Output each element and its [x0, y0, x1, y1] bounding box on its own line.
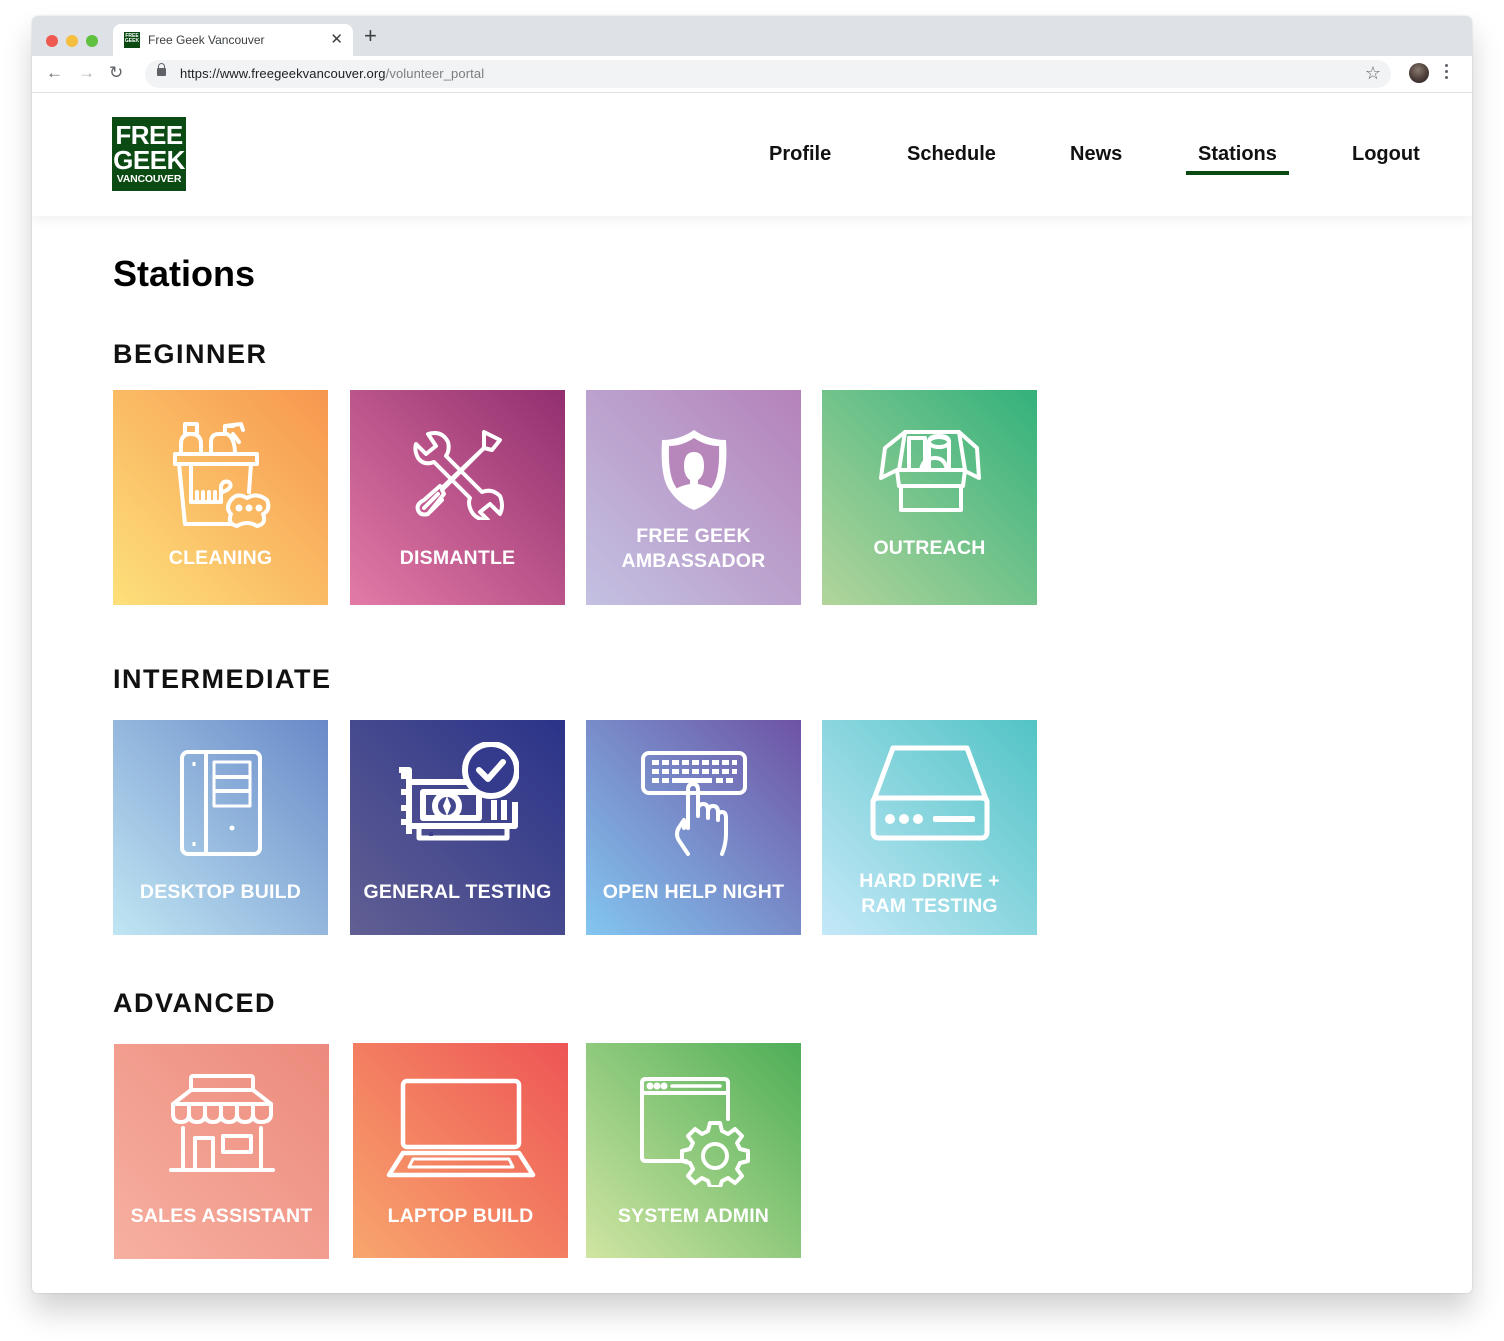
url-text: https://www.freegeekvancouver.org/volunt…: [180, 66, 484, 81]
desktop-tower-icon: [179, 750, 262, 856]
station-label: OPEN HELP NIGHT: [602, 881, 785, 903]
nav-logout[interactable]: Logout: [1352, 143, 1420, 166]
logo-line-geek: GEEK: [113, 145, 185, 175]
open-box-icon: [878, 430, 981, 512]
station-tile-laptop-build[interactable]: LAPTOP BUILD: [353, 1043, 568, 1258]
tab-strip: FREE GEEK Free Geek Vancouver ✕ +: [32, 16, 1472, 56]
station-tile-sales-assistant[interactable]: SALES ASSISTANT: [114, 1044, 329, 1259]
station-tile-dismantle[interactable]: DISMANTLE: [350, 390, 565, 605]
bookmark-star-icon[interactable]: ☆: [1365, 63, 1381, 84]
tab-title: Free Geek Vancouver: [148, 33, 265, 47]
wrench-screwdriver-icon: [412, 430, 504, 520]
station-label-line: RAM TESTING: [861, 895, 998, 917]
address-bar[interactable]: https://www.freegeekvancouver.org/volunt…: [145, 60, 1391, 88]
station-label: GENERAL TESTING: [363, 881, 552, 903]
station-label: CLEANING: [168, 547, 273, 569]
shield-person-icon: [661, 430, 726, 510]
browser-gear-icon: [639, 1077, 750, 1187]
station-tile-open-help-night[interactable]: OPEN HELP NIGHT: [586, 720, 801, 935]
section-title-beginner: BEGINNER: [113, 339, 268, 369]
station-tile-outreach[interactable]: OUTREACH: [822, 390, 1037, 605]
url-path: /volunteer_portal: [385, 66, 485, 81]
url-host: https://www.freegeekvancouver.org: [180, 66, 386, 81]
station-tile-desktop-build[interactable]: DESKTOP BUILD: [113, 720, 328, 935]
station-label: HARD DRIVE + RAM TESTING: [822, 869, 1037, 919]
station-label-line: AMBASSADOR: [621, 550, 766, 572]
page-title: Stations: [113, 253, 256, 294]
station-label: DISMANTLE: [399, 547, 516, 569]
browser-tab[interactable]: FREE GEEK Free Geek Vancouver ✕: [113, 24, 353, 56]
new-tab-button[interactable]: +: [364, 25, 377, 47]
forward-arrow-icon[interactable]: →: [78, 62, 95, 84]
profile-avatar[interactable]: [1409, 63, 1429, 83]
laptop-icon: [386, 1078, 535, 1178]
station-label-line: FREE GEEK: [636, 525, 751, 547]
station-label: SYSTEM ADMIN: [617, 1205, 770, 1227]
station-tile-general-testing[interactable]: GENERAL TESTING: [350, 720, 565, 935]
station-label: OUTREACH: [873, 537, 986, 559]
station-label: LAPTOP BUILD: [387, 1205, 534, 1227]
section-title-advanced: ADVANCED: [113, 988, 277, 1018]
reload-icon[interactable]: ↻: [109, 62, 123, 84]
station-label: FREE GEEK AMBASSADOR: [586, 524, 801, 574]
back-arrow-icon[interactable]: ←: [46, 62, 63, 84]
nav-stations[interactable]: Stations: [1186, 143, 1289, 175]
keyboard-hand-icon: [640, 751, 747, 856]
station-label: DESKTOP BUILD: [139, 881, 302, 903]
station-label: SALES ASSISTANT: [130, 1205, 313, 1227]
nav-profile[interactable]: Profile: [769, 143, 831, 166]
minimize-window-button[interactable]: [66, 35, 78, 47]
station-tile-hard-drive-ram-testing[interactable]: HARD DRIVE + RAM TESTING: [822, 720, 1037, 935]
lock-icon: [157, 63, 166, 76]
station-tile-cleaning[interactable]: CLEANING: [113, 390, 328, 605]
graphics-card-check-icon: [398, 742, 519, 841]
close-window-button[interactable]: [46, 35, 58, 47]
maximize-window-button[interactable]: [86, 35, 98, 47]
nav-schedule[interactable]: Schedule: [907, 143, 996, 166]
close-tab-icon[interactable]: ✕: [330, 30, 343, 48]
browser-toolbar: ← → ↻ https://www.freegeekvancouver.org/…: [32, 56, 1472, 93]
site-header: FREE GEEK VANCOUVER Profile Schedule New…: [32, 93, 1472, 216]
cleaning-supplies-icon: [172, 422, 270, 528]
station-tile-system-admin[interactable]: SYSTEM ADMIN: [586, 1043, 801, 1258]
web-page: FREE GEEK VANCOUVER Profile Schedule New…: [32, 93, 1472, 1293]
hard-drive-icon: [870, 745, 989, 841]
site-logo[interactable]: FREE GEEK VANCOUVER: [112, 117, 186, 191]
browser-menu-icon[interactable]: [1445, 64, 1449, 82]
browser-window: FREE GEEK Free Geek Vancouver ✕ + ← → ↻ h…: [32, 16, 1472, 1293]
nav-news[interactable]: News: [1070, 143, 1122, 166]
station-tile-free-geek-ambassador[interactable]: FREE GEEK AMBASSADOR: [586, 390, 801, 605]
logo-line-vancouver: VANCOUVER: [116, 173, 182, 185]
section-title-intermediate: INTERMEDIATE: [113, 664, 332, 694]
storefront-icon: [168, 1074, 275, 1172]
station-label-line: HARD DRIVE +: [859, 870, 1000, 892]
favicon-icon: FREE GEEK: [124, 32, 140, 48]
